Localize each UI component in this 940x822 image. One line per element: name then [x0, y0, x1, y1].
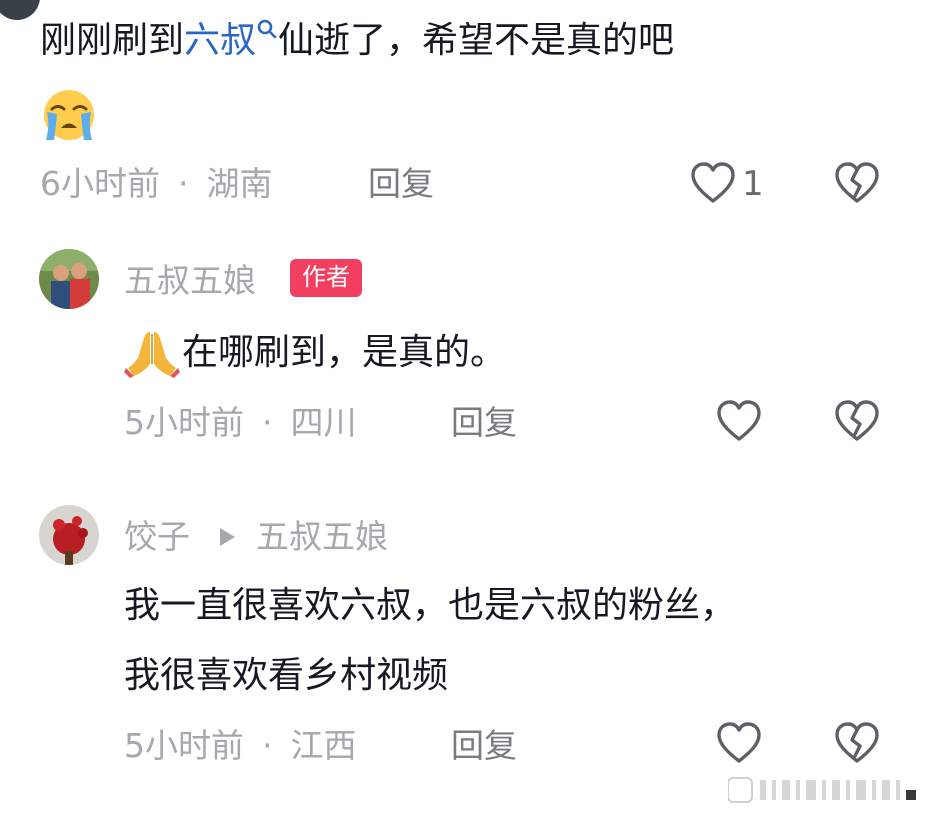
separator: · — [262, 403, 273, 442]
broken-heart-icon[interactable] — [834, 722, 880, 768]
hashtag-link[interactable]: 六叔 — [184, 20, 256, 61]
folded-hands-emoji-icon — [124, 328, 180, 382]
separator: · — [178, 164, 189, 203]
search-icon[interactable] — [256, 18, 278, 48]
heart-icon[interactable] — [690, 162, 736, 208]
comment-text-after: 仙逝了，希望不是真的吧 — [278, 20, 675, 61]
location: 四川 — [290, 403, 357, 442]
location: 江西 — [290, 726, 357, 765]
broken-heart-icon[interactable] — [834, 400, 880, 446]
timestamp: 6小时前 — [40, 164, 160, 203]
reply-button[interactable]: 回复 — [368, 162, 434, 206]
username[interactable]: 五叔五娘 — [124, 259, 256, 303]
avatar[interactable] — [39, 505, 99, 565]
comment-text-line-1: 我一直很喜欢六叔，也是六叔的粉丝， — [124, 585, 737, 626]
avatar[interactable] — [0, 0, 40, 20]
comment-text-before: 刚刚刷到 — [40, 20, 185, 61]
comment-text-line-2: 我很喜欢看乡村视频 — [124, 655, 449, 696]
reply-arrow-icon — [216, 525, 238, 553]
watermark-logo-icon — [727, 776, 928, 808]
comment-meta: 5小时前 · 四川 — [124, 401, 357, 445]
location: 湖南 — [206, 164, 273, 203]
like-count: 1 — [742, 164, 764, 204]
loudly-crying-face-emoji-icon — [40, 88, 98, 146]
separator: · — [262, 726, 273, 765]
broken-heart-icon[interactable] — [834, 162, 880, 208]
comment-text: 在哪刷到，是真的。 — [182, 332, 507, 373]
timestamp: 5小时前 — [124, 403, 244, 442]
timestamp: 5小时前 — [124, 726, 244, 765]
comment-text: 刚刚刷到六叔 仙逝了，希望不是真的吧 — [40, 16, 674, 66]
comment-meta: 5小时前 · 江西 — [124, 724, 357, 768]
reply-to-username[interactable]: 五叔五娘 — [256, 515, 388, 559]
reply-button[interactable]: 回复 — [451, 401, 517, 445]
avatar[interactable] — [39, 249, 99, 309]
reply-button[interactable]: 回复 — [451, 724, 517, 768]
username[interactable]: 饺子 — [124, 515, 190, 559]
heart-icon[interactable] — [716, 400, 762, 446]
comment-meta: 6小时前 · 湖南 — [40, 162, 273, 206]
author-badge: 作者 — [290, 259, 362, 297]
heart-icon[interactable] — [716, 722, 762, 768]
